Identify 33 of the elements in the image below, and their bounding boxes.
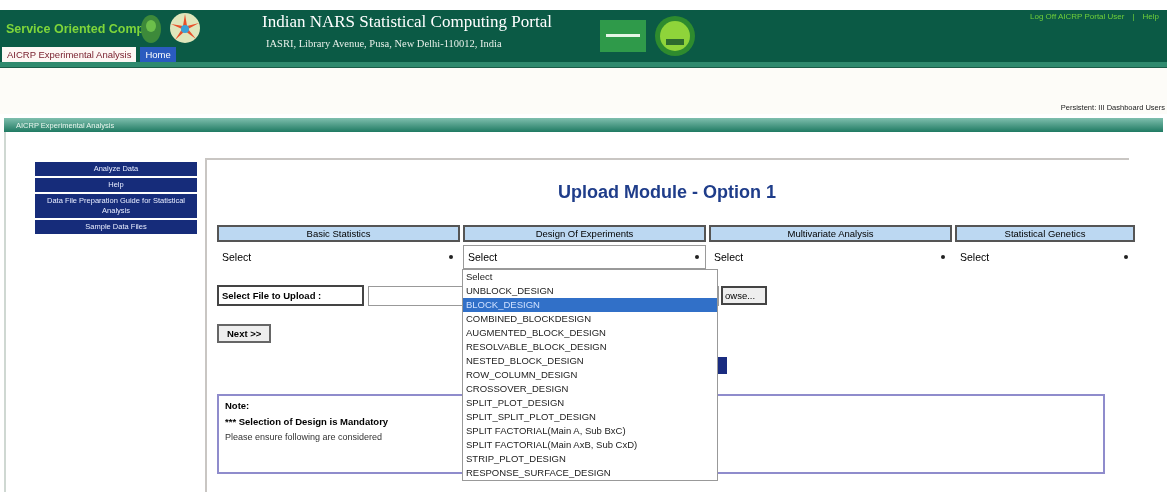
banner-logo-icon (599, 20, 646, 52)
help-link[interactable]: Help (1142, 12, 1159, 21)
link-separator: | (1132, 12, 1135, 21)
page-title: Upload Module - Option 1 (557, 182, 777, 203)
brand-text: Service Oriented Comp (6, 22, 145, 36)
category-header: Design Of Experiments (463, 225, 706, 242)
nav-tab[interactable]: AICRP Experimental Analysis (2, 47, 137, 62)
note-warning: *** Selection of Design is Mandatory (225, 416, 389, 427)
caret-icon (449, 255, 453, 259)
starburst-logo-icon (168, 11, 202, 45)
emblem-icon (140, 14, 162, 44)
next-button[interactable]: Next >> (217, 324, 272, 343)
button-fragment (717, 357, 727, 374)
caret-icon (1124, 255, 1128, 259)
browse-button[interactable]: owse... (721, 286, 768, 305)
round-emblem-icon (653, 15, 696, 57)
caret-icon (941, 255, 945, 259)
upload-label: Select File to Upload : (217, 285, 364, 306)
select-field[interactable]: Select (217, 245, 460, 269)
note-text: Please ensure following are considered (225, 432, 383, 442)
select-field[interactable]: Select (463, 245, 706, 269)
select-field[interactable]: Select (955, 245, 1135, 269)
nav-tab[interactable]: Home (140, 47, 176, 62)
logoff-link[interactable]: Log Off AICRP Portal User (1030, 12, 1125, 21)
dropdown-option[interactable]: BLOCK_DESIGN (463, 298, 717, 312)
category-header: Statistical Genetics (955, 225, 1135, 242)
portal-address: IASRI, Library Avenue, Pusa, New Delhi-110012, India (265, 38, 503, 49)
category-header: Basic Statistics (217, 225, 460, 242)
note-title: Note: (225, 400, 250, 411)
select-field[interactable]: Select (709, 245, 952, 269)
caret-icon (695, 255, 699, 259)
category-header: Multivariate Analysis (709, 225, 952, 242)
portal-title: Indian NARS Statistical Computing Portal (262, 12, 552, 32)
